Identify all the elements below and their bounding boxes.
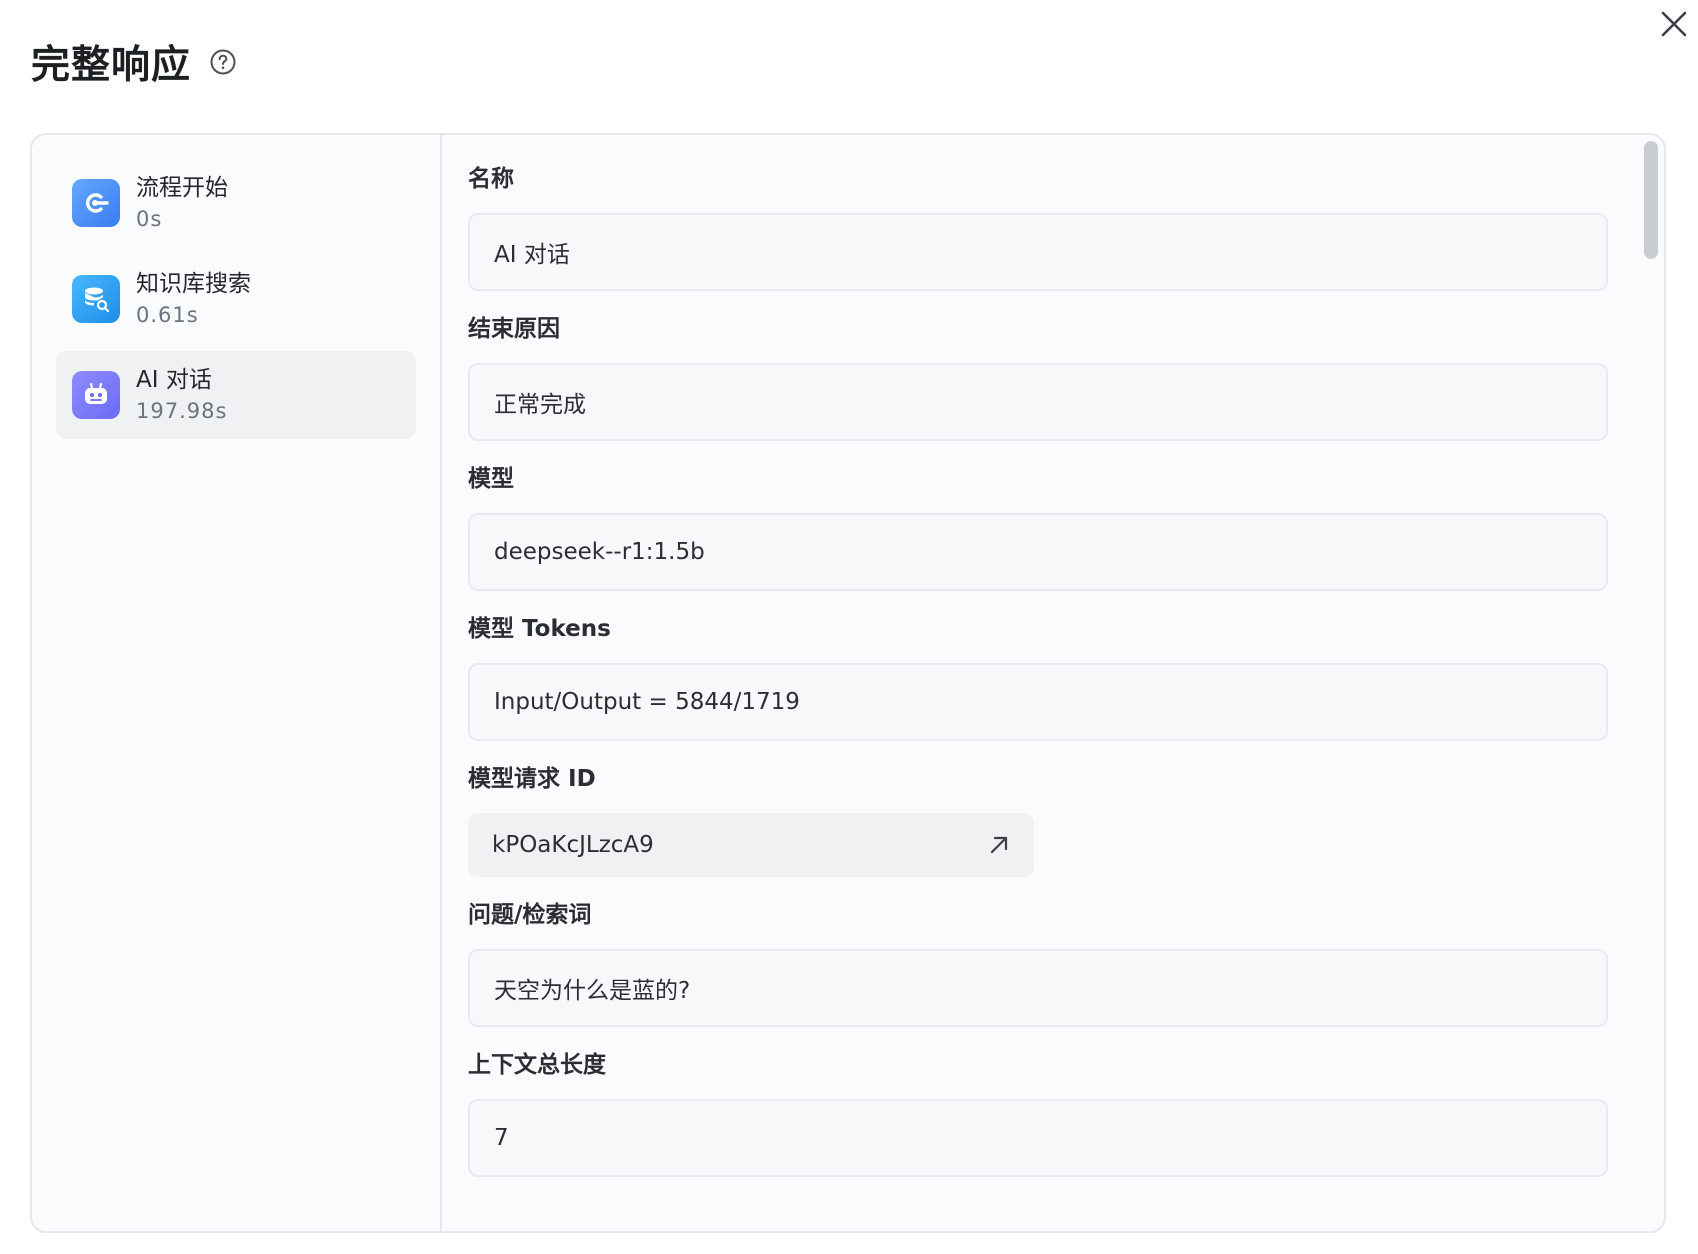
field-label-model-tokens: 模型 Tokens <box>468 616 611 642</box>
field-label-request-id: 模型请求 ID <box>468 766 596 792</box>
help-icon[interactable] <box>209 48 237 76</box>
node-item-flow-start[interactable]: 流程开始 0s <box>56 159 416 247</box>
field-value-name: AI 对话 <box>468 213 1608 291</box>
close-icon <box>1661 11 1687 37</box>
node-duration: 197.98s <box>136 399 228 423</box>
scrollbar-thumb[interactable] <box>1644 141 1658 259</box>
field-value-context-length: 7 <box>468 1099 1608 1177</box>
knowledge-search-icon <box>72 275 120 323</box>
field-label-name: 名称 <box>468 166 514 192</box>
field-value-finish-reason: 正常完成 <box>468 363 1608 441</box>
robot-icon <box>72 371 120 419</box>
response-panel: 流程开始 0s 知识库搜索 0.61s AI 对话 197.98s 名称 AI … <box>30 133 1666 1233</box>
request-id-link[interactable]: kPOaKcJLzcA9 <box>468 813 1034 877</box>
node-name: 知识库搜索 <box>136 271 251 297</box>
node-duration: 0s <box>136 207 163 231</box>
node-name: AI 对话 <box>136 367 212 393</box>
node-name: 流程开始 <box>136 175 228 201</box>
field-label-finish-reason: 结束原因 <box>468 316 560 342</box>
page-title: 完整响应 <box>31 43 192 88</box>
field-label-context-length: 上下文总长度 <box>468 1052 606 1078</box>
node-item-ai-chat[interactable]: AI 对话 197.98s <box>56 351 416 439</box>
field-value-model-tokens: Input/Output = 5844/1719 <box>468 663 1608 741</box>
external-link-icon[interactable] <box>986 832 1012 858</box>
node-item-knowledge-search[interactable]: 知识库搜索 0.61s <box>56 255 416 343</box>
page-header: 完整响应 <box>31 34 237 90</box>
node-list: 流程开始 0s 知识库搜索 0.61s AI 对话 197.98s <box>32 135 442 1231</box>
field-value-request-id: kPOaKcJLzcA9 <box>492 832 654 858</box>
flow-start-icon <box>72 179 120 227</box>
field-value-model: deepseek--r1:1.5b <box>468 513 1608 591</box>
node-duration: 0.61s <box>136 303 199 327</box>
close-button[interactable] <box>1658 8 1690 40</box>
field-value-query: 天空为什么是蓝的? <box>468 949 1608 1027</box>
field-label-query: 问题/检索词 <box>468 902 592 928</box>
node-detail: 名称 AI 对话 结束原因 正常完成 模型 deepseek--r1:1.5b … <box>444 135 1664 1231</box>
field-label-model: 模型 <box>468 466 514 492</box>
